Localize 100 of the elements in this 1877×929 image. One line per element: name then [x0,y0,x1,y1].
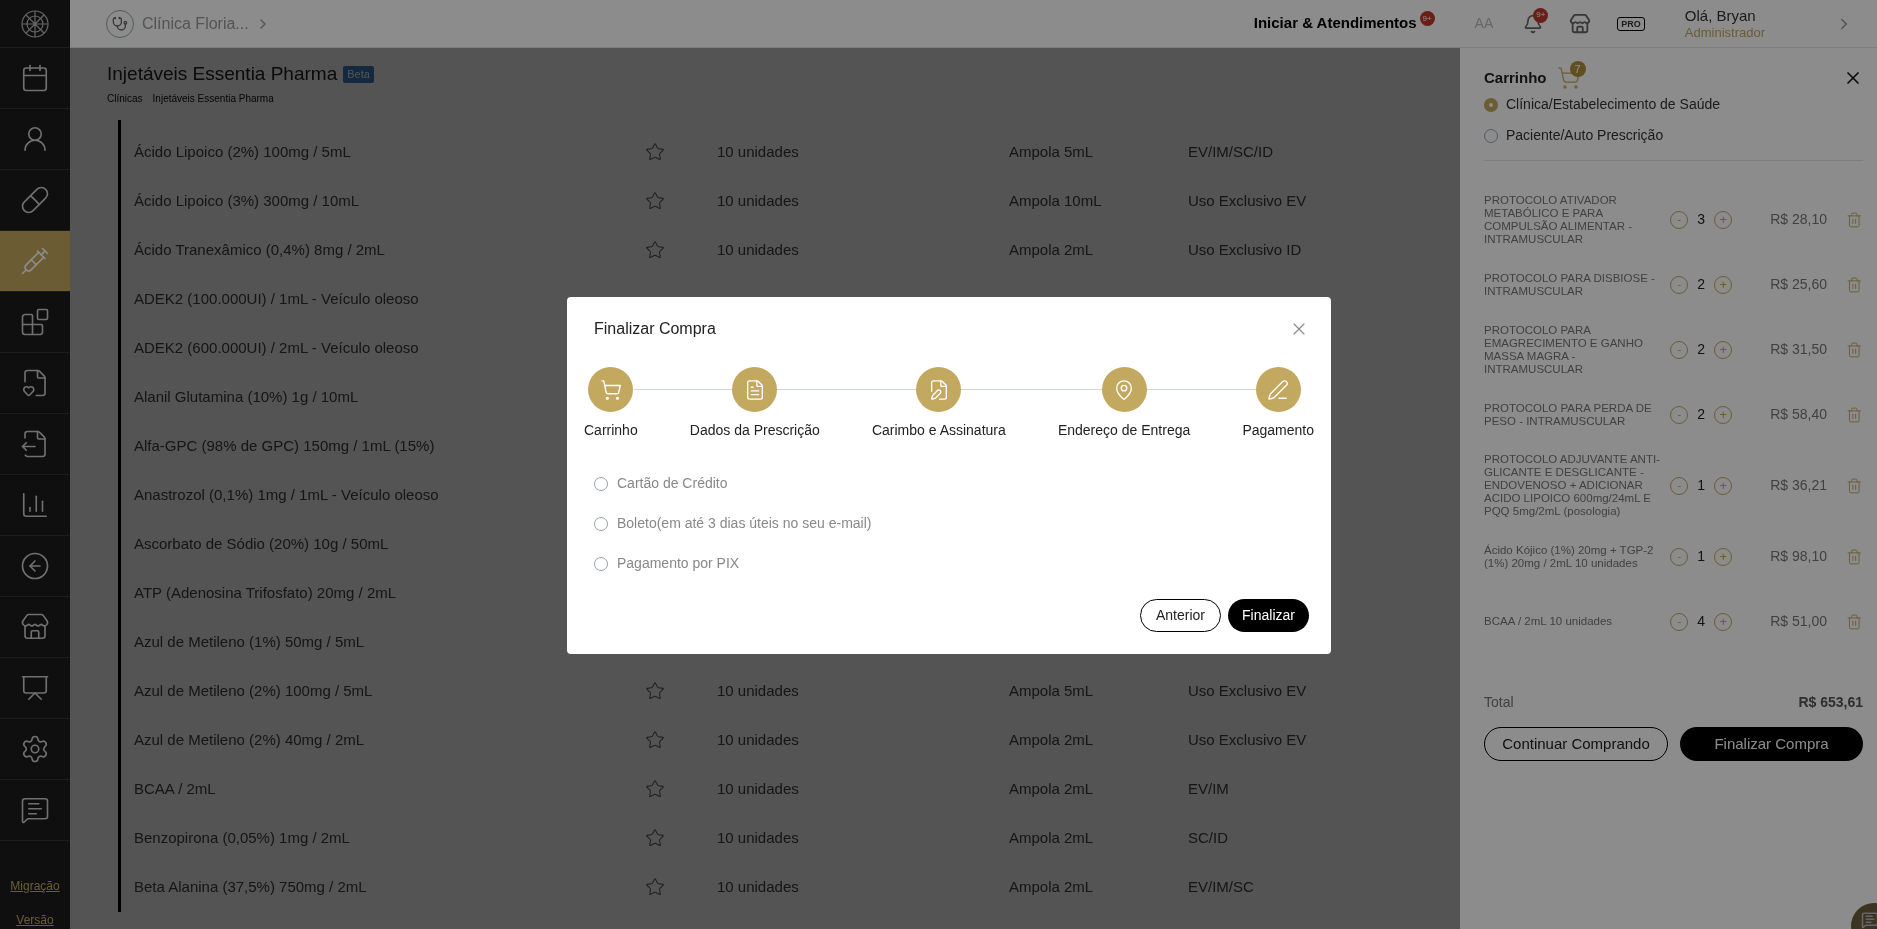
product-name: Beta Alanina (37,5%) 750mg / 2mL [134,876,367,897]
product-name: Azul de Metileno (1%) 50mg / 5mL [134,631,365,652]
store-icon [20,612,50,642]
trash-icon[interactable] [1846,340,1863,359]
item-price: R$ 31,50 [1770,340,1829,359]
trash-icon[interactable] [1846,612,1863,631]
greeting: Olá, Bryan [1684,6,1757,24]
count-badge: 9+ [1419,11,1435,26]
chat-icon [20,795,50,825]
page-title: Injetáveis Essentia Pharma [107,62,338,86]
item-price: R$ 58,40 [1770,405,1829,424]
bell-icon[interactable] [1523,13,1544,34]
option-label: Boleto(em até 3 dias úteis no seu e-mail) [617,514,872,533]
product-name: ATP (Adenosina Trifosfato) 20mg / 2mL [134,582,397,603]
radio-button[interactable] [1484,128,1498,143]
presentation: Ampola 2mL [1009,827,1095,848]
product-name: Benzopirona (0,05%) 1mg / 2mL [134,827,350,848]
cart-item-name: PROTOCOLO PARA PERDA DE PESO - INTRAMUSCULAR [1484,401,1653,428]
quantity: 10 unidades [717,778,800,799]
cart-item-name: PROTOCOLO PARA EMAGRECIMENTO E GANHO MASSA MAGRA - INTRAMUSCULAR [1484,323,1644,376]
syringe-icon [20,246,50,276]
radio-button[interactable] [1484,97,1498,112]
presentation: Ampola 2mL [1009,778,1095,799]
product-name: Ascorbato de Sódio (20%) 10g / 50mL [134,533,389,554]
quantity: 10 unidades [717,876,800,897]
sidebar-link[interactable]: Migração [10,877,60,895]
item-price: R$ 36,21 [1770,476,1829,495]
quantity: 10 unidades [717,680,800,701]
trash-icon[interactable] [1846,547,1863,566]
quantity: 10 unidades [717,729,800,750]
plan-badge: PRO [1617,16,1645,31]
cart-item-name: PROTOCOLO ADJUVANTE ANTI-GLICANTE E DESGLICANTE - ENDOVENOSO + ADICIONAR ACIDO LIPOICO 600mg/24mL E PQQ 5mg/2mL (posologia) [1484,453,1661,518]
cart-title: Carrinho [1484,67,1547,88]
route: EV/IM/SC [1188,876,1254,897]
blocks-icon [20,307,50,337]
total-value: R$ 653,61 [1798,693,1863,712]
finish-button[interactable]: Finalizar [1228,599,1309,632]
breadcrumb-item[interactable]: Clínicas [107,90,143,106]
presentation: Ampola 5mL [1009,141,1095,162]
cart-item-name: BCAA / 2mL 10 unidades [1484,615,1614,628]
dialog-title: Finalizar Compra [594,319,716,339]
cart-icon [1556,66,1581,90]
route: EV/IM [1188,778,1229,799]
breadcrumb-item: Injetáveis Essentia Pharma [152,91,274,106]
cart-item-name: PROTOCOLO PARA DISBIOSE - INTRAMUSCULAR [1484,271,1656,298]
product-name: Ácido Lipoico (2%) 100mg / 5mL [134,141,351,162]
sidebar-link[interactable]: Versão [16,911,54,929]
beta-badge: Beta [343,66,374,83]
bar-chart-icon [20,490,50,520]
star-icon[interactable] [645,191,665,211]
star-icon[interactable] [645,779,665,799]
product-name: Anastrozol (0,1%) 1mg / 1mL - Veículo oleoso [134,484,439,505]
option-label: Paciente/Auto Prescrição [1506,126,1664,145]
route: Uso Exclusivo EV [1188,729,1307,750]
item-quantity: 2 [1697,275,1706,294]
option-label: Cartão de Crédito [617,474,728,493]
radio-button[interactable] [594,476,608,491]
item-quantity: 1 [1697,476,1706,495]
step-label: Carimbo e Assinatura [871,421,1006,440]
trash-icon[interactable] [1846,405,1863,424]
cart-item-name: Ácido Kójico (1%) 20mg + TGP-2 (1%) 20mg / 2mL 10 unidades [1484,543,1655,570]
checkout-button[interactable]: Finalizar Compra [1680,727,1863,761]
star-icon[interactable] [645,681,665,701]
product-name: Ácido Tranexâmico (0,4%) 8mg / 2mL [134,239,385,260]
trash-icon[interactable] [1846,476,1863,495]
calendar-icon [20,63,50,93]
actions-menu[interactable]: Iniciar & Atendimentos [1253,12,1417,35]
item-price: R$ 28,10 [1770,210,1829,229]
user-role: Administrador [1684,24,1765,41]
route: Uso Exclusivo ID [1188,239,1302,260]
trash-icon[interactable] [1846,210,1863,229]
quantity: 10 unidades [717,141,800,162]
pill-icon [20,185,50,215]
item-quantity: 1 [1697,547,1706,566]
quantity: 10 unidades [717,239,800,260]
presentation: Ampola 2mL [1009,239,1095,260]
cart-icon [599,378,622,401]
star-icon[interactable] [645,877,665,897]
item-quantity: 2 [1697,340,1706,359]
presentation: Ampola 10mL [1009,190,1103,211]
star-icon[interactable] [645,730,665,750]
star-icon[interactable] [645,240,665,260]
star-icon[interactable] [645,828,665,848]
product-name: Azul de Metileno (2%) 100mg / 5mL [134,680,373,701]
count-badge: 7 [1569,61,1586,77]
store-icon[interactable] [1569,12,1592,35]
logo-icon [20,8,50,39]
total-label: Total [1484,693,1514,712]
product-name: Azul de Metileno (2%) 40mg / 2mL [134,729,365,750]
radio-button[interactable] [594,556,608,571]
trash-icon[interactable] [1846,275,1863,294]
star-icon[interactable] [645,142,665,162]
quantity: 10 unidades [717,827,800,848]
radio-button[interactable] [594,516,608,531]
clinic-name[interactable]: Clínica Floria... [142,11,249,36]
product-name: Alfa-GPC (98% de GPC) 150mg / 1mL (15%) [134,435,435,456]
product-name: ADEK2 (100.000UI) / 1mL - Veículo oleoso [134,288,419,309]
presentation: Ampola 2mL [1009,876,1095,897]
settings-icon [20,734,50,764]
product-name: Ácido Lipoico (3%) 300mg / 10mL [134,190,360,211]
